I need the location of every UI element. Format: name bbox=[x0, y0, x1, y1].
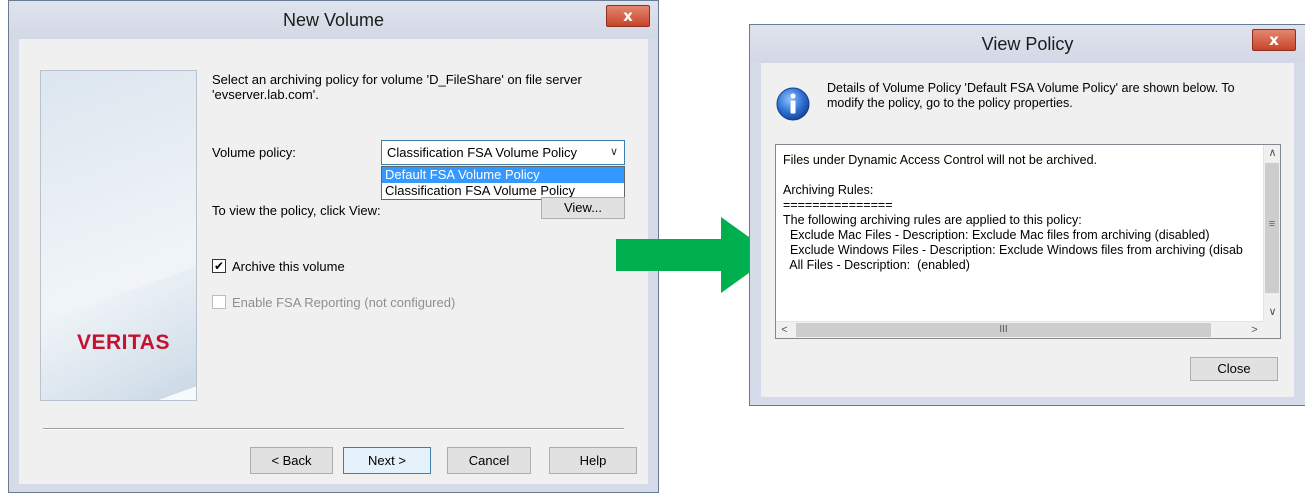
help-button[interactable]: Help bbox=[549, 447, 637, 474]
info-text-line1: Details of Volume Policy 'Default FSA Vo… bbox=[827, 81, 1235, 95]
window-title: New Volume bbox=[9, 1, 658, 39]
wizard-side-panel: VERITAS bbox=[40, 70, 197, 401]
archive-volume-label: Archive this volume bbox=[232, 259, 345, 274]
scroll-down-icon[interactable]: ∨ bbox=[1264, 304, 1281, 321]
back-button[interactable]: < Back bbox=[250, 447, 333, 474]
fsa-reporting-checkbox[interactable] bbox=[212, 295, 226, 309]
intro-text-line1: Select an archiving policy for volume 'D… bbox=[212, 72, 582, 87]
dropdown-option[interactable]: Default FSA Volume Policy bbox=[382, 167, 624, 183]
scroll-left-icon[interactable]: < bbox=[776, 322, 793, 339]
cancel-button[interactable]: Cancel bbox=[447, 447, 531, 474]
volume-policy-value: Classification FSA Volume Policy bbox=[387, 145, 578, 160]
close-button[interactable]: Close bbox=[1190, 357, 1278, 381]
dialog-body: Details of Volume Policy 'Default FSA Vo… bbox=[761, 63, 1294, 397]
policy-details-textbox[interactable]: Files under Dynamic Access Control will … bbox=[775, 144, 1281, 339]
chevron-down-icon[interactable]: ∨ bbox=[610, 141, 618, 164]
divider bbox=[43, 428, 624, 430]
intro-text-line2: 'evserver.lab.com'. bbox=[212, 87, 319, 102]
close-window-button[interactable]: x bbox=[1252, 29, 1296, 51]
decorative-shape bbox=[41, 242, 196, 400]
archive-volume-checkbox[interactable]: ✔ bbox=[212, 259, 226, 273]
scroll-right-icon[interactable]: > bbox=[1246, 322, 1263, 339]
window-title: View Policy bbox=[750, 25, 1305, 63]
next-button[interactable]: Next > bbox=[343, 447, 431, 474]
scroll-corner bbox=[1263, 321, 1280, 338]
view-hint-text: To view the policy, click View: bbox=[212, 203, 381, 218]
dialog-body: VERITAS Select an archiving policy for v… bbox=[19, 39, 648, 484]
scroll-thumb[interactable]: III bbox=[796, 323, 1211, 337]
volume-policy-dropdown: Default FSA Volume Policy Classification… bbox=[381, 166, 625, 200]
veritas-logo: VERITAS bbox=[77, 331, 170, 354]
volume-policy-select[interactable]: Classification FSA Volume Policy ∨ bbox=[381, 140, 625, 165]
new-volume-window: New Volume x VERITAS Select an archiving… bbox=[8, 0, 659, 493]
scroll-up-icon[interactable]: ∧ bbox=[1264, 145, 1281, 162]
view-policy-window: View Policy x Details of Volume Policy '… bbox=[749, 24, 1305, 406]
info-icon bbox=[776, 87, 810, 121]
volume-policy-label: Volume policy: bbox=[212, 145, 296, 160]
view-button[interactable]: View... bbox=[541, 197, 625, 219]
vertical-scrollbar[interactable]: ∧ ≡ ∨ bbox=[1263, 145, 1280, 321]
scroll-thumb[interactable]: ≡ bbox=[1265, 163, 1279, 293]
fsa-reporting-label: Enable FSA Reporting (not configured) bbox=[232, 295, 456, 310]
policy-details-text: Files under Dynamic Access Control will … bbox=[783, 153, 1243, 272]
info-text-line2: modify the policy, go to the policy prop… bbox=[827, 96, 1073, 110]
horizontal-scrollbar[interactable]: < III > bbox=[776, 321, 1263, 338]
close-window-button[interactable]: x bbox=[606, 5, 650, 27]
grip-icon: ≡ bbox=[1268, 218, 1276, 230]
